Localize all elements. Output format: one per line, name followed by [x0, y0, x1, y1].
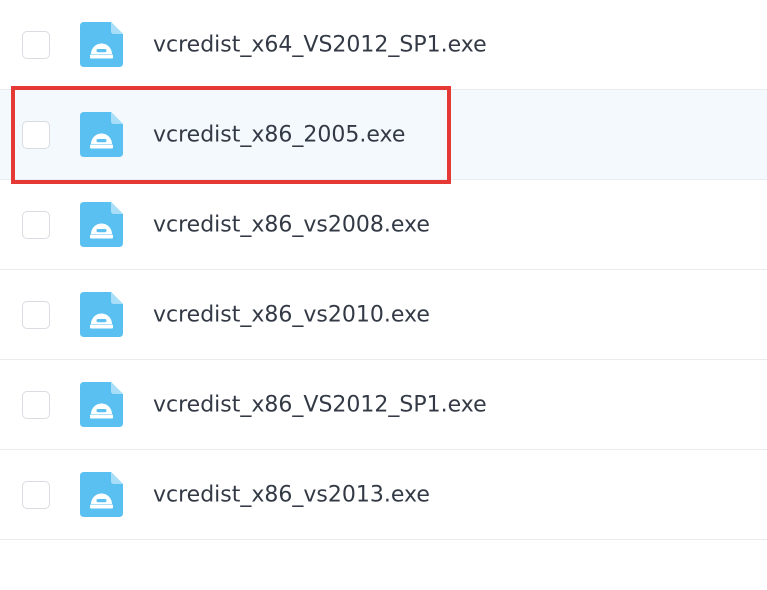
file-name[interactable]: vcredist_x86_VS2012_SP1.exe [153, 392, 487, 417]
row-checkbox[interactable] [22, 120, 50, 149]
row-checkbox[interactable] [22, 480, 50, 509]
file-name[interactable]: vcredist_x64_VS2012_SP1.exe [153, 32, 487, 57]
exe-file-icon [80, 471, 123, 517]
file-row[interactable]: vcredist_x86_vs2010.exe [0, 270, 767, 360]
row-checkbox[interactable] [22, 390, 50, 419]
file-row[interactable]: vcredist_x86_VS2012_SP1.exe [0, 360, 767, 450]
exe-file-icon [80, 381, 123, 427]
exe-file-icon [80, 291, 123, 337]
file-list: vcredist_x64_VS2012_SP1.exe vcredist_x86… [0, 0, 767, 540]
file-name[interactable]: vcredist_x86_2005.exe [153, 122, 405, 147]
file-row[interactable]: vcredist_x64_VS2012_SP1.exe [0, 0, 767, 90]
file-name[interactable]: vcredist_x86_vs2010.exe [153, 302, 430, 327]
exe-file-icon [80, 111, 123, 157]
row-checkbox[interactable] [22, 210, 50, 239]
file-row[interactable]: vcredist_x86_2005.exe [0, 90, 767, 180]
file-name[interactable]: vcredist_x86_vs2008.exe [153, 212, 430, 237]
file-row[interactable]: vcredist_x86_vs2013.exe [0, 450, 767, 540]
row-checkbox[interactable] [22, 30, 50, 59]
exe-file-icon [80, 21, 123, 67]
row-checkbox[interactable] [22, 300, 50, 329]
file-name[interactable]: vcredist_x86_vs2013.exe [153, 482, 430, 507]
file-row[interactable]: vcredist_x86_vs2008.exe [0, 180, 767, 270]
exe-file-icon [80, 201, 123, 247]
